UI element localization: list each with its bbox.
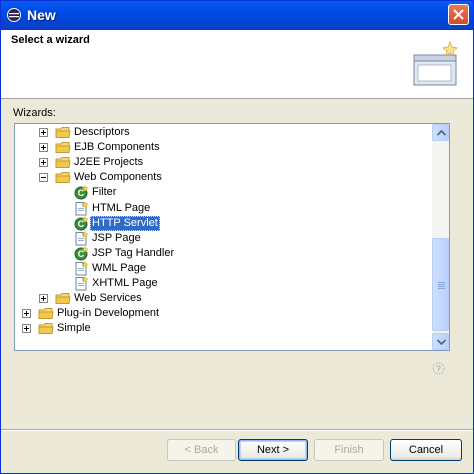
tree-item-label: Web Components — [74, 171, 162, 184]
tree-item-label: EJB Components — [74, 141, 160, 154]
new-wizard-dialog: New Select a wizard Wizards: Simple Plug-… — [0, 0, 474, 474]
tree-item-label: J2EE Projects — [74, 156, 144, 169]
tree-item[interactable]: EJB Components — [15, 140, 433, 155]
tree-item-label: JSP Tag Handler — [92, 246, 175, 259]
collapse-toggle[interactable] — [39, 173, 48, 183]
tree-item[interactable]: Descriptors — [15, 125, 433, 140]
close-icon — [453, 9, 464, 20]
cancel-button[interactable]: Cancel — [390, 439, 462, 461]
tree-item[interactable]: Web Services — [15, 291, 433, 306]
tree-item[interactable]: C HTTP Servlet — [15, 215, 433, 231]
class-icon: C — [73, 245, 89, 261]
tree-item[interactable]: C Filter — [15, 185, 433, 200]
wizard-banner: Select a wizard — [1, 30, 473, 99]
arrow-down-icon — [437, 339, 446, 345]
folder-icon — [38, 306, 54, 321]
wizards-label: Wizards: — [13, 107, 56, 119]
tree-item-label: HTTP Servlet — [90, 215, 160, 231]
expand-toggle[interactable] — [39, 158, 48, 168]
vertical-scrollbar[interactable] — [432, 124, 449, 350]
file-icon — [73, 276, 89, 291]
folder-icon — [55, 170, 71, 185]
file-icon — [73, 230, 89, 246]
folder-icon — [55, 155, 71, 170]
class-icon: C — [73, 215, 89, 231]
expand-toggle[interactable] — [22, 309, 31, 319]
finish-button[interactable]: Finish — [314, 439, 384, 461]
title-bar[interactable]: New — [1, 1, 473, 30]
scroll-up-button[interactable] — [432, 124, 449, 141]
folder-icon — [55, 125, 71, 140]
tree-item-label: Plug-in Development — [57, 307, 160, 320]
expand-toggle[interactable] — [39, 294, 48, 304]
file-icon — [73, 200, 89, 216]
wizard-graphic-icon — [413, 41, 458, 86]
tree-item[interactable]: HTML Page — [15, 200, 433, 216]
expand-toggle[interactable] — [22, 324, 31, 334]
tree-item[interactable]: JSP Page — [15, 230, 433, 246]
tree-item[interactable]: J2EE Projects — [15, 155, 433, 170]
page-title: Select a wizard — [11, 34, 90, 46]
tree-item-label: XHTML Page — [92, 277, 158, 289]
tree-item[interactable]: Web Components — [15, 170, 433, 185]
tree-item[interactable]: Plug-in Development — [15, 306, 433, 321]
tree-item-label: Web Services — [74, 292, 142, 305]
tree-item-label: JSP Page — [92, 231, 141, 244]
tree-item-label: HTML Page — [92, 201, 151, 214]
scroll-down-button[interactable] — [432, 333, 449, 350]
eclipse-icon — [7, 8, 21, 22]
folder-icon — [55, 291, 71, 306]
wizard-tree[interactable]: Simple Plug-in Development Web Services XHT… — [14, 123, 450, 351]
class-icon: C — [73, 185, 89, 200]
next-button[interactable]: Next > — [238, 439, 308, 461]
close-button[interactable] — [448, 4, 469, 25]
folder-icon — [38, 321, 54, 336]
window-title: New — [27, 7, 56, 23]
expand-toggle[interactable] — [39, 128, 48, 137]
file-icon — [73, 260, 89, 276]
tree-item-label: Simple — [57, 322, 91, 335]
tree-item[interactable]: Simple — [15, 321, 433, 336]
svg-text:?: ? — [436, 365, 441, 374]
folder-icon — [55, 140, 71, 155]
tree-item[interactable]: WML Page — [15, 260, 433, 276]
expand-toggle[interactable] — [39, 143, 48, 153]
arrow-up-icon — [437, 130, 446, 136]
tree-item-label: Descriptors — [74, 126, 130, 138]
button-separator — [1, 429, 473, 431]
back-button[interactable]: < Back — [167, 439, 236, 461]
tree-item-label: Filter — [92, 186, 117, 199]
tree-item[interactable]: XHTML Page — [15, 276, 433, 291]
scroll-thumb[interactable] — [432, 238, 449, 331]
help-icon[interactable]: ? — [432, 362, 445, 375]
tree-item[interactable]: C JSP Tag Handler — [15, 245, 433, 261]
tree-item-label: WML Page — [92, 261, 147, 274]
